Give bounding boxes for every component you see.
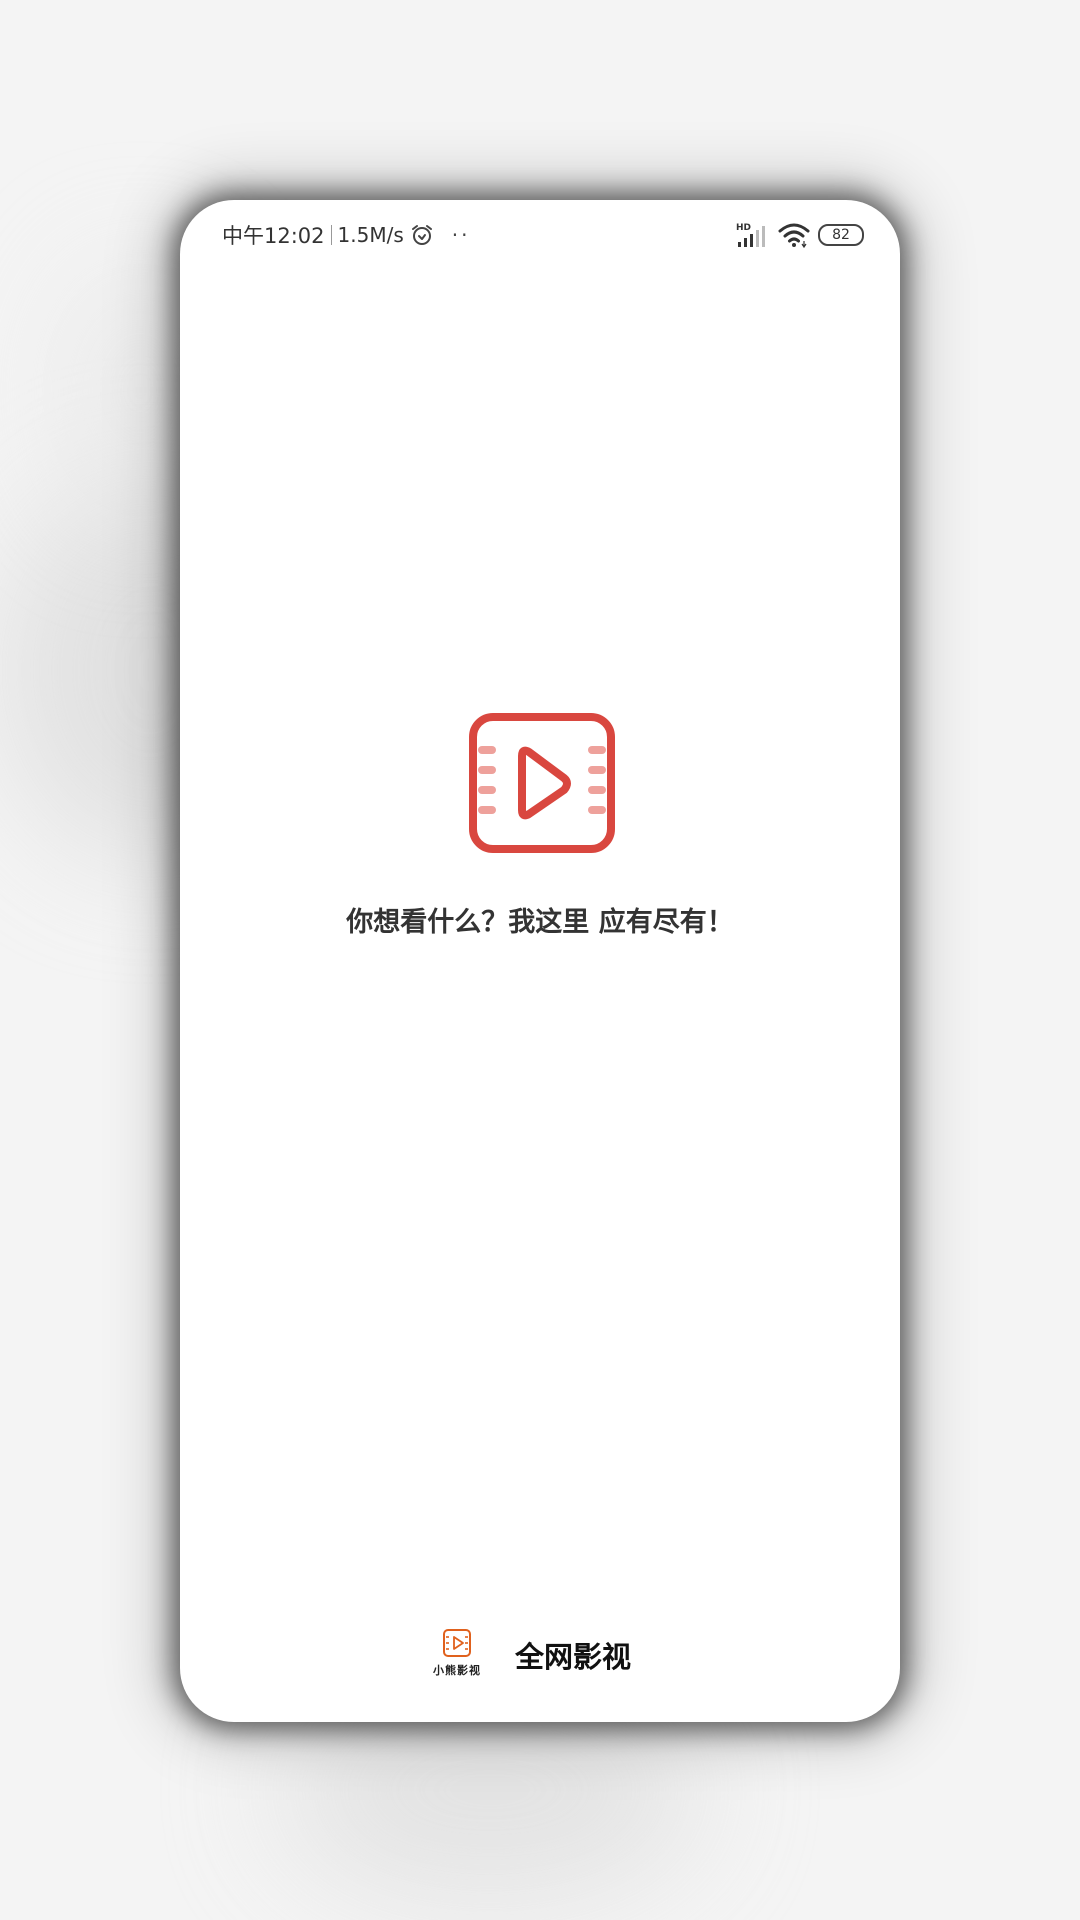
wifi-icon bbox=[778, 223, 810, 249]
app-logo-caption: 小熊影视 bbox=[432, 1664, 481, 1677]
status-divider bbox=[330, 225, 332, 245]
brand-footer: 小熊影视 全网影视 bbox=[180, 1620, 900, 1690]
battery-level: 82 bbox=[832, 227, 850, 243]
status-bar-right: HD 82 bbox=[736, 218, 864, 252]
status-bar-left: 中午12:02 1.5M/s ·· bbox=[222, 220, 470, 250]
phone-screen: 中午12:02 1.5M/s ·· HD 82 你想看什么？我这里 应有尽有！ … bbox=[180, 200, 900, 1722]
status-bar: 中午12:02 1.5M/s ·· HD 82 bbox=[180, 200, 900, 270]
status-time: 中午12:02 bbox=[222, 224, 325, 248]
app-logo: 小熊影视 bbox=[429, 1628, 485, 1682]
splash-tagline: 你想看什么？我这里 应有尽有！ bbox=[346, 907, 734, 938]
svg-text:HD: HD bbox=[736, 223, 751, 233]
app-logo-icon bbox=[442, 1629, 471, 1657]
video-play-icon bbox=[469, 713, 615, 853]
status-net-speed: 1.5M/s bbox=[337, 223, 404, 247]
battery-indicator: 82 bbox=[818, 224, 864, 246]
notification-dots: ·· bbox=[451, 223, 471, 247]
alarm-icon bbox=[411, 225, 432, 245]
app-name: 全网影视 bbox=[514, 1640, 631, 1674]
cell-signal-icon: HD bbox=[736, 223, 765, 247]
